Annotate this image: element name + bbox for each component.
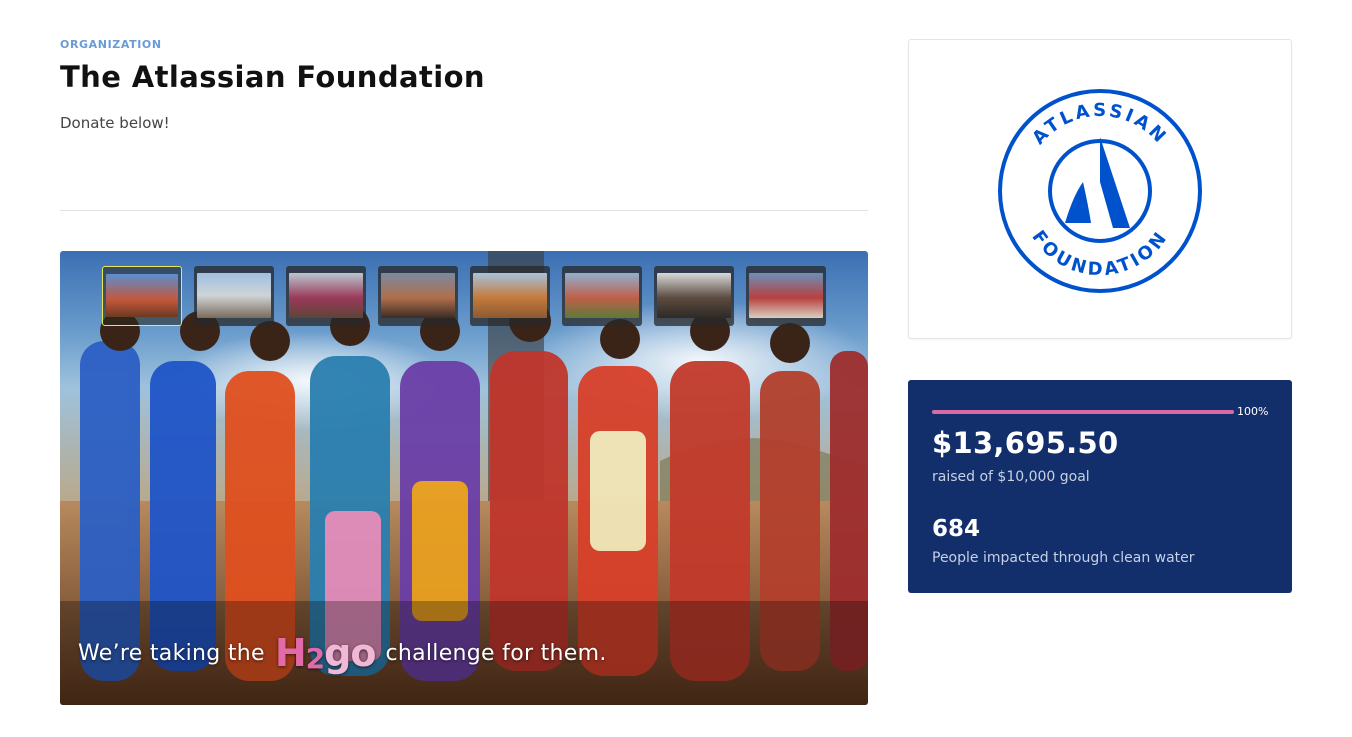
logo-bottom-text: FOUNDATION: [1027, 227, 1172, 281]
fundraising-stats-panel: 100% $13,695.50 raised of $10,000 goal 6…: [908, 380, 1292, 593]
video-thumbnail[interactable]: [470, 266, 550, 326]
page-title: The Atlassian Foundation: [60, 60, 485, 94]
organization-logo-card: ATLASSIAN FOUNDATION: [908, 39, 1292, 339]
video-caption: We’re taking the H 2 go challenge for them…: [78, 631, 607, 675]
video-thumbnail-strip: [102, 266, 826, 326]
video-thumbnail[interactable]: [286, 266, 366, 326]
video-thumbnail[interactable]: [194, 266, 274, 326]
video-thumbnail[interactable]: [746, 266, 826, 326]
atlassian-foundation-logo: ATLASSIAN FOUNDATION: [998, 89, 1202, 293]
eyebrow-label: ORGANIZATION: [60, 38, 162, 51]
video-thumbnail[interactable]: [654, 266, 734, 326]
goal-label: raised of $10,000 goal: [932, 469, 1090, 485]
h2go-logo-go: go: [324, 631, 376, 675]
video-thumbnail-active[interactable]: [102, 266, 182, 326]
h2go-logo-h: H: [274, 631, 307, 675]
h2go-logo: H 2 go: [274, 631, 377, 675]
impact-count: 684: [932, 516, 981, 542]
caption-prefix: We’re taking the: [78, 640, 265, 666]
organization-header: ORGANIZATION The Atlassian Foundation Do…: [60, 38, 868, 132]
video-thumbnail[interactable]: [378, 266, 458, 326]
amount-raised: $13,695.50: [932, 426, 1119, 460]
caption-suffix: challenge for them.: [385, 640, 607, 666]
h2go-logo-2: 2: [305, 642, 326, 675]
page-subtitle: Donate below!: [60, 114, 170, 132]
video-player[interactable]: We’re taking the H 2 go challenge for them…: [60, 251, 868, 705]
video-thumbnail[interactable]: [562, 266, 642, 326]
divider: [60, 210, 868, 211]
impact-label: People impacted through clean water: [932, 550, 1195, 566]
progress-percent: 100%: [1237, 405, 1269, 418]
progress-bar: [932, 410, 1234, 414]
progress-bar-fill: [932, 410, 1234, 414]
